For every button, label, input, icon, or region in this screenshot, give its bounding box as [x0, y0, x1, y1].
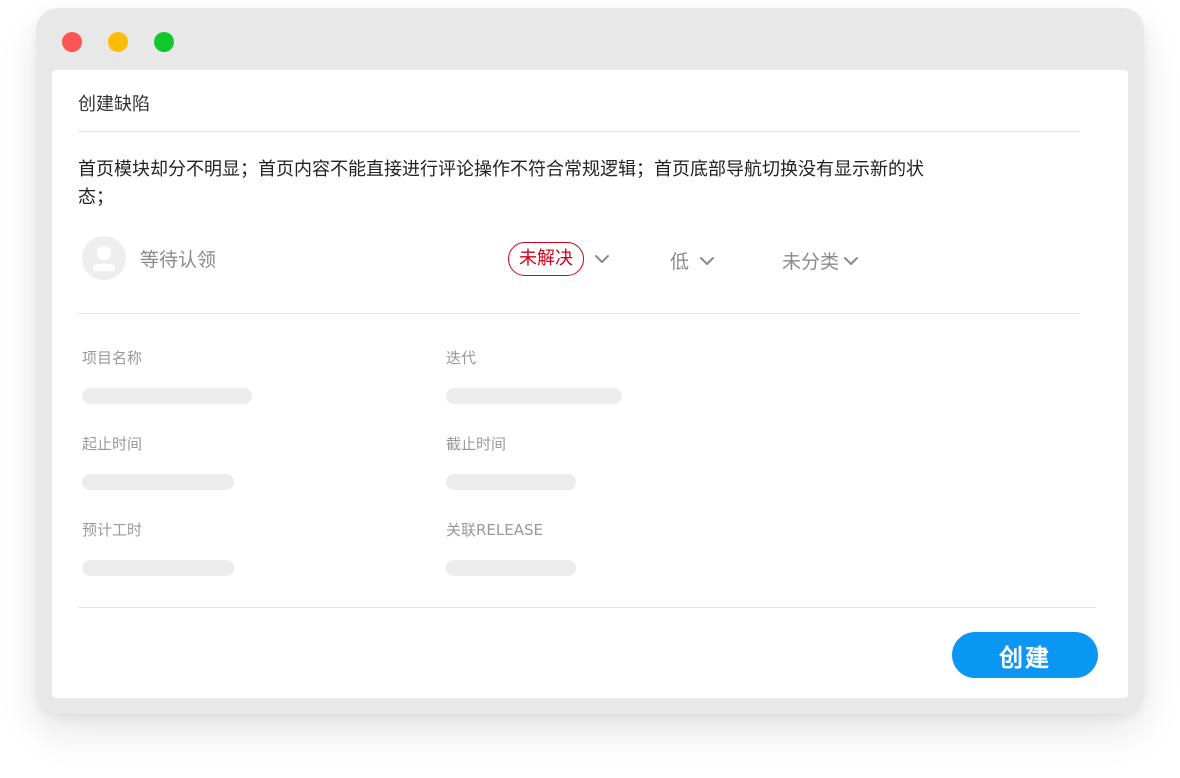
- project-name-label: 项目名称: [82, 349, 143, 367]
- divider: [78, 313, 1080, 314]
- estimated-hours-field[interactable]: [82, 560, 234, 576]
- app-window: 创建缺陷 首页模块却分不明显；首页内容不能直接进行评论操作不符合常规逻辑；首页底…: [36, 8, 1144, 714]
- category-dropdown[interactable]: 未分类: [782, 247, 859, 274]
- start-time-label: 起止时间: [82, 435, 143, 453]
- linked-release-label: 关联RELEASE: [446, 521, 543, 539]
- assignee-label: 等待认领: [140, 248, 217, 271]
- iteration-field[interactable]: [446, 388, 622, 404]
- divider: [78, 131, 1080, 132]
- linked-release-field[interactable]: [446, 560, 576, 576]
- status-badge: 未解决: [508, 242, 584, 276]
- category-label: 未分类: [782, 251, 840, 273]
- deadline-field[interactable]: [446, 474, 576, 490]
- priority-dropdown[interactable]: 低: [670, 247, 715, 274]
- deadline-label: 截止时间: [446, 435, 507, 453]
- create-bug-dialog: 创建缺陷 首页模块却分不明显；首页内容不能直接进行评论操作不符合常规逻辑；首页底…: [52, 70, 1128, 698]
- priority-label: 低: [670, 251, 690, 273]
- assignee-selector[interactable]: 等待认领: [82, 236, 216, 280]
- dialog-title: 创建缺陷: [78, 94, 150, 115]
- close-window-button[interactable]: [62, 32, 82, 52]
- issue-description[interactable]: 首页模块却分不明显；首页内容不能直接进行评论操作不符合常规逻辑；首页底部导航切换…: [78, 156, 948, 212]
- start-time-field[interactable]: [82, 474, 234, 490]
- divider: [78, 607, 1096, 608]
- project-name-field[interactable]: [82, 388, 252, 404]
- minimize-window-button[interactable]: [108, 32, 128, 52]
- estimated-hours-label: 预计工时: [82, 521, 143, 539]
- chevron-down-icon: [594, 251, 610, 267]
- chevron-down-icon: [699, 253, 715, 269]
- maximize-window-button[interactable]: [154, 32, 174, 52]
- status-dropdown[interactable]: 未解决: [508, 242, 610, 276]
- iteration-label: 迭代: [446, 349, 477, 367]
- create-button[interactable]: 创建: [952, 632, 1098, 678]
- chevron-down-icon: [843, 253, 859, 269]
- avatar-placeholder-icon: [82, 236, 126, 280]
